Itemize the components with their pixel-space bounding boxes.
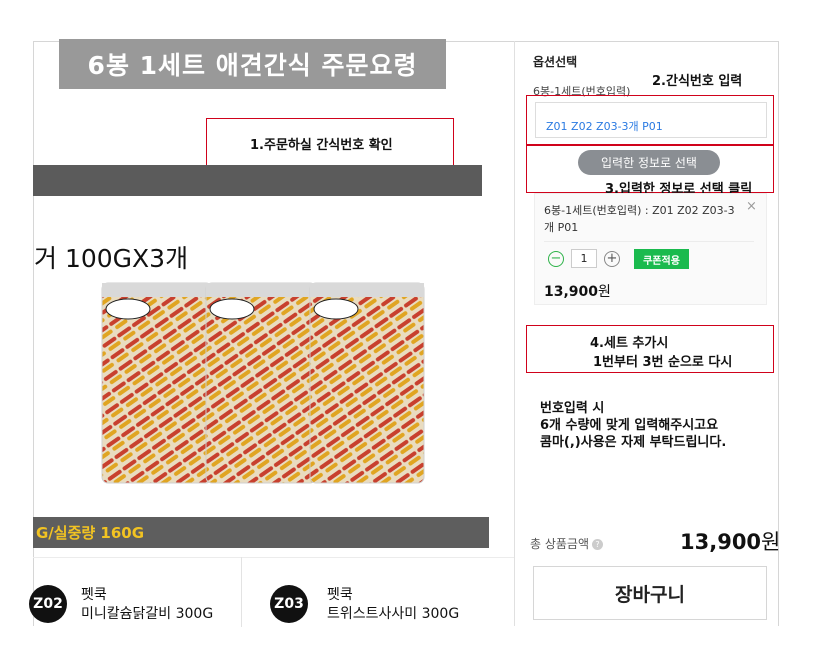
total-price-unit: 원 — [761, 530, 781, 554]
quantity-field[interactable]: 1 — [571, 249, 597, 268]
bag-3 — [309, 282, 425, 484]
total-price-label: 총 상품금액? — [530, 535, 604, 552]
note-line: 콤마(,)사용은 자제 부탁드립니다. — [540, 435, 727, 450]
item-code-badge: Z03 — [270, 585, 308, 623]
item-brand: 펫쿡 — [81, 587, 107, 603]
product-name: 거 100GX3개 — [34, 244, 189, 273]
remove-option-icon[interactable]: × — [746, 199, 757, 214]
order-guide-banner: 6봉 1세트 애견간식 주문요령 — [59, 39, 446, 89]
bag-2 — [205, 282, 317, 484]
total-label-text: 총 상품금액 — [530, 537, 590, 551]
panel-divider — [514, 41, 515, 626]
add-to-cart-button[interactable]: 장바구니 — [533, 566, 767, 620]
note-line: 6개 수량에 맞게 입력해주시고요 — [540, 418, 719, 433]
note-line: 번호입력 시 — [540, 401, 605, 416]
bag-1 — [101, 282, 213, 484]
item-row-divider — [33, 557, 514, 558]
selected-price-value: 13,900 — [544, 284, 599, 300]
selected-option-price: 13,900원 — [544, 281, 611, 301]
annotation-step4-line2: 1번부터 3번 순으로 다시 — [593, 355, 733, 370]
annotation-step4-line1: 4.세트 추가시 — [590, 336, 669, 351]
option-title: 옵션선택 — [533, 55, 578, 69]
selected-option-text: 6봉-1세트(번호입력) : Z01 Z02 Z03-3개 P01 — [544, 204, 735, 234]
selected-price-unit: 원 — [598, 284, 611, 300]
weight-text: G/실중량 160G — [36, 524, 145, 542]
quantity-increase-button[interactable]: + — [604, 251, 620, 267]
product-image — [101, 282, 425, 484]
input-instruction-note: 번호입력 시 6개 수량에 맞게 입력해주시고요 콤마(,)사용은 자제 부탁드… — [540, 400, 726, 451]
item-code-badge: Z02 — [29, 585, 67, 623]
item-brand: 펫쿡 — [327, 587, 353, 603]
section-divider-bar — [33, 165, 482, 196]
selected-option-divider — [544, 241, 754, 242]
weight-info-bar: G/실중량 160G — [33, 517, 489, 548]
item-name: 트위스트사사미 300G — [327, 606, 460, 622]
total-price: 13,900원 — [680, 526, 780, 556]
item-name: 미니칼슘닭갈비 300G — [81, 606, 214, 622]
total-price-value: 13,900 — [680, 530, 762, 554]
annotation-step2: 2.간식번호 입력 — [652, 74, 743, 89]
apply-selection-button[interactable]: 입력한 정보로 선택 — [578, 150, 720, 175]
annotation-step1: 1.주문하실 간식번호 확인 — [250, 138, 393, 153]
coupon-apply-button[interactable]: 쿠폰적용 — [634, 249, 689, 269]
quantity-decrease-button[interactable]: − — [548, 251, 564, 267]
help-icon[interactable]: ? — [592, 539, 604, 550]
snack-number-input[interactable] — [535, 102, 767, 138]
item-column-divider — [241, 557, 242, 627]
